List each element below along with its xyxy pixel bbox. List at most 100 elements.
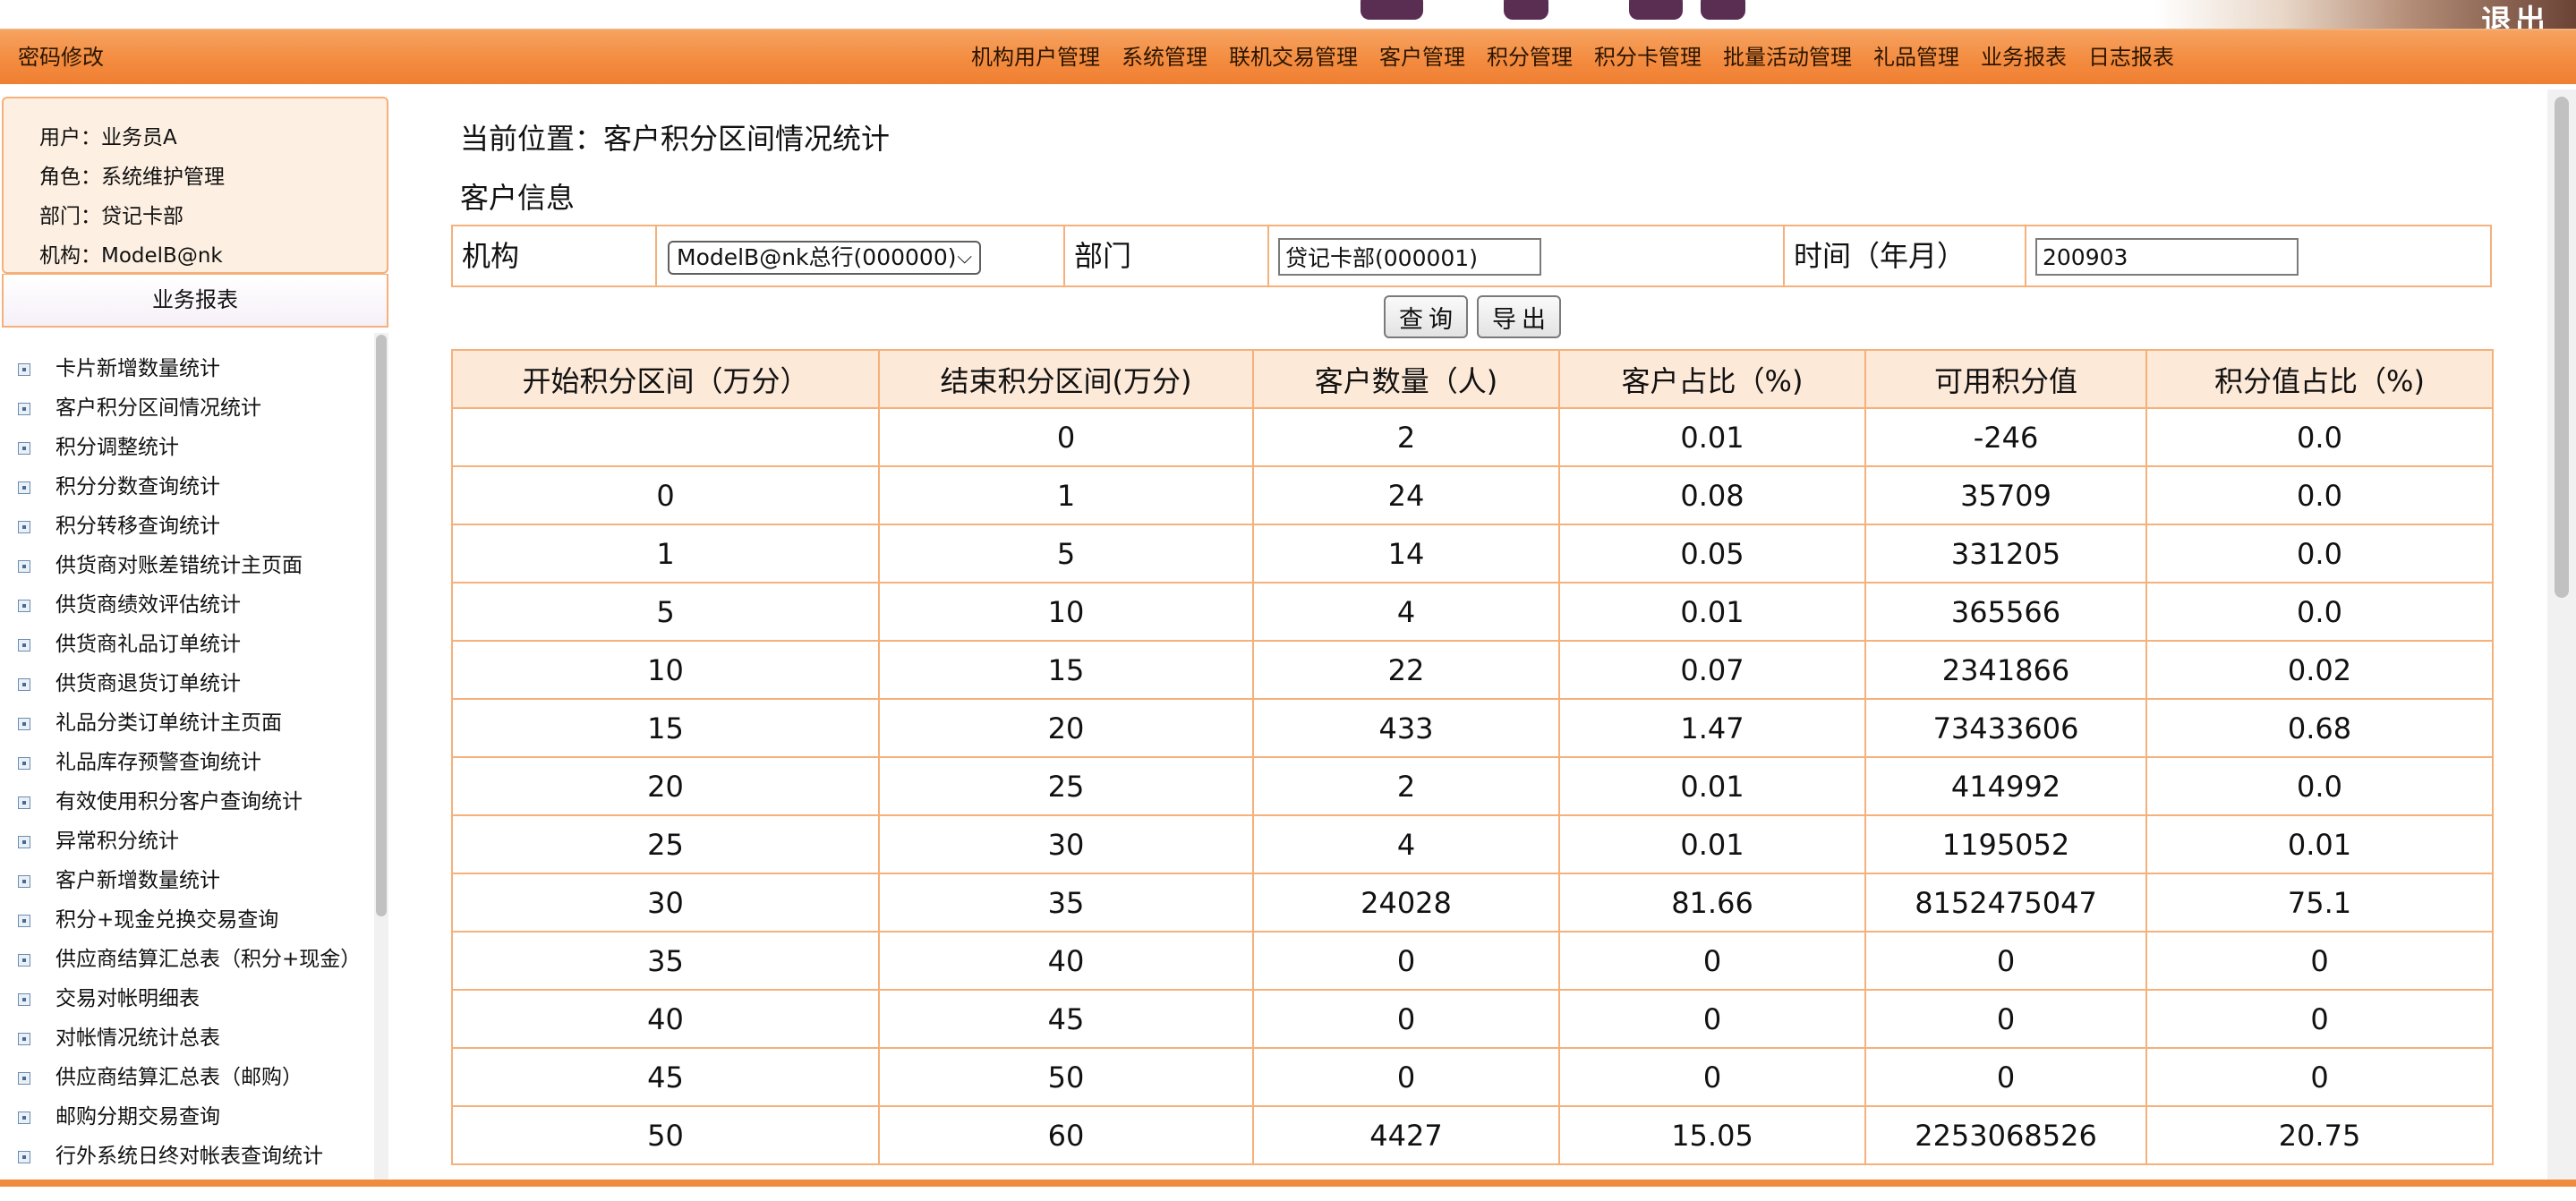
table-cell: 0	[1558, 931, 1866, 991]
sidebar-item[interactable]: 供货商绩效评估统计	[0, 591, 369, 619]
column-header: 可用积分值	[1864, 349, 2147, 409]
logout-link[interactable]: 退出	[2481, 0, 2549, 29]
sidebar-item[interactable]: 礼品分类订单统计主页面	[0, 709, 369, 737]
expand-bullet-icon	[18, 875, 30, 888]
sidebar-item[interactable]: 积分转移查询统计	[0, 512, 369, 541]
table-cell: 414992	[1864, 756, 2147, 816]
nav-menu-item[interactable]: 积分管理	[1476, 30, 1583, 84]
nav-menu-item[interactable]: 批量活动管理	[1712, 30, 1863, 84]
table-cell: 0.01	[1558, 407, 1866, 467]
expand-bullet-icon	[18, 481, 30, 494]
time-label-cell: 时间（年月）	[1785, 226, 2026, 285]
page-scroll-thumb[interactable]	[2555, 97, 2569, 598]
nav-menu-item[interactable]: 礼品管理	[1863, 30, 1970, 84]
table-cell: 0.68	[2145, 698, 2494, 758]
nav-menu-item[interactable]: 业务报表	[1970, 30, 2077, 84]
sidebar-scrollbar[interactable]	[374, 333, 388, 1185]
table-cell: 24028	[1252, 873, 1560, 933]
banner-decoration	[1629, 0, 1683, 20]
password-change-link[interactable]: 密码修改	[18, 30, 104, 84]
org-select[interactable]: ModelB@nk总行(000000) ⌵	[668, 241, 981, 275]
sidebar-item-label: 邮购分期交易查询	[55, 1105, 220, 1129]
expand-bullet-icon	[18, 521, 30, 533]
column-header: 客户占比（%)	[1558, 349, 1866, 409]
sidebar-item-label: 客户新增数量统计	[55, 869, 220, 892]
table-row: 0 1 24 0.08 35709 0.0	[451, 465, 2494, 525]
nav-menu-item[interactable]: 联机交易管理	[1218, 30, 1369, 84]
chevron-down-icon: ⌵	[957, 246, 972, 268]
nav-menu-item[interactable]: 机构用户管理	[960, 30, 1111, 84]
table-cell: 8152475047	[1864, 873, 2147, 933]
sidebar-item-label: 卡片新增数量统计	[55, 357, 220, 380]
expand-bullet-icon	[18, 560, 30, 573]
table-cell: 24	[1252, 465, 1560, 525]
export-button[interactable]: 导出	[1477, 295, 1561, 338]
sidebar-item[interactable]: 交易对帐明细表	[0, 984, 369, 1013]
sidebar-item[interactable]: 卡片新增数量统计	[0, 354, 369, 383]
table-cell: 0	[1558, 1047, 1866, 1107]
sidebar-item-label: 供货商对账差错统计主页面	[55, 554, 303, 577]
nav-menu-item[interactable]: 日志报表	[2077, 30, 2185, 84]
sidebar-item[interactable]: 供应商结算汇总表（积分+现金）	[0, 945, 369, 974]
sidebar-item[interactable]: 客户新增数量统计	[0, 866, 369, 895]
table-cell: 0.05	[1558, 524, 1866, 583]
table-cell: 60	[878, 1105, 1254, 1165]
sidebar-item[interactable]: 礼品库存预警查询统计	[0, 748, 369, 777]
table-cell: 2341866	[1864, 640, 2147, 700]
nav-menu-item[interactable]: 客户管理	[1369, 30, 1476, 84]
sidebar-item-label: 异常积分统计	[55, 830, 179, 853]
sidebar-section-header[interactable]: 业务报表	[2, 274, 388, 328]
sidebar-item[interactable]: 积分+现金兑换交易查询	[0, 906, 369, 934]
sidebar-item[interactable]: 积分分数查询统计	[0, 473, 369, 501]
sidebar-item[interactable]: 积分调整统计	[0, 433, 369, 462]
table-cell: 433	[1252, 698, 1560, 758]
dept-label: 部门	[1074, 239, 1132, 273]
expand-bullet-icon	[18, 1112, 30, 1124]
table-cell	[451, 407, 880, 467]
table-row: 5 10 4 0.01 365566 0.0	[451, 582, 2494, 642]
table-cell: 0.0	[2145, 465, 2494, 525]
page-scrollbar[interactable]	[2547, 89, 2576, 1183]
table-cell: 0.0	[2145, 407, 2494, 467]
sidebar-item[interactable]: 客户积分区间情况统计	[0, 394, 369, 422]
table-cell: 0	[2145, 989, 2494, 1049]
table-cell: 35	[451, 931, 880, 991]
bottom-bar	[0, 1180, 2576, 1187]
table-cell: 0	[1558, 989, 1866, 1049]
column-header: 结束积分区间(万分)	[878, 349, 1254, 409]
table-cell: 50	[878, 1047, 1254, 1107]
table-cell: 75.1	[2145, 873, 2494, 933]
sidebar-item[interactable]: 行外系统日终对帐表查询统计	[0, 1142, 369, 1171]
query-button[interactable]: 查询	[1384, 295, 1468, 338]
expand-bullet-icon	[18, 1072, 30, 1085]
section-title: 客户信息	[460, 181, 576, 215]
sidebar-item[interactable]: 对帐情况统计总表	[0, 1024, 369, 1052]
table-cell: 0.01	[1558, 582, 1866, 642]
dept-label-cell: 部门	[1065, 226, 1269, 285]
dept-input[interactable]	[1278, 238, 1541, 276]
sidebar-item[interactable]: 供货商对账差错统计主页面	[0, 551, 369, 580]
nav-menu-item[interactable]: 系统管理	[1111, 30, 1218, 84]
expand-bullet-icon	[18, 836, 30, 848]
table-cell: 5	[878, 524, 1254, 583]
user-name: 用户：业务员A	[39, 126, 177, 149]
expand-bullet-icon	[18, 757, 30, 770]
sidebar-scroll-thumb[interactable]	[376, 335, 387, 916]
expand-bullet-icon	[18, 796, 30, 809]
table-cell: 1195052	[1864, 814, 2147, 874]
sidebar-item[interactable]: 供货商礼品订单统计	[0, 630, 369, 659]
sidebar-item[interactable]: 供应商结算汇总表（邮购）	[0, 1063, 369, 1092]
table-cell: 0.01	[1558, 814, 1866, 874]
sidebar-item[interactable]: 邮购分期交易查询	[0, 1103, 369, 1131]
sidebar-item[interactable]: 供货商退货订单统计	[0, 669, 369, 698]
filter-form: 机构 ModelB@nk总行(000000) ⌵ 部门 时间（年月）	[451, 225, 2492, 287]
sidebar-item[interactable]: 异常积分统计	[0, 827, 369, 856]
expand-bullet-icon	[18, 1151, 30, 1163]
nav-menu-item[interactable]: 积分卡管理	[1583, 30, 1712, 84]
time-input[interactable]	[2035, 238, 2299, 276]
table-cell: 0.08	[1558, 465, 1866, 525]
org-label: 机构	[462, 239, 520, 273]
user-role: 角色：系统维护管理	[39, 166, 225, 189]
table-cell: 1	[451, 524, 880, 583]
sidebar-item[interactable]: 有效使用积分客户查询统计	[0, 788, 369, 816]
